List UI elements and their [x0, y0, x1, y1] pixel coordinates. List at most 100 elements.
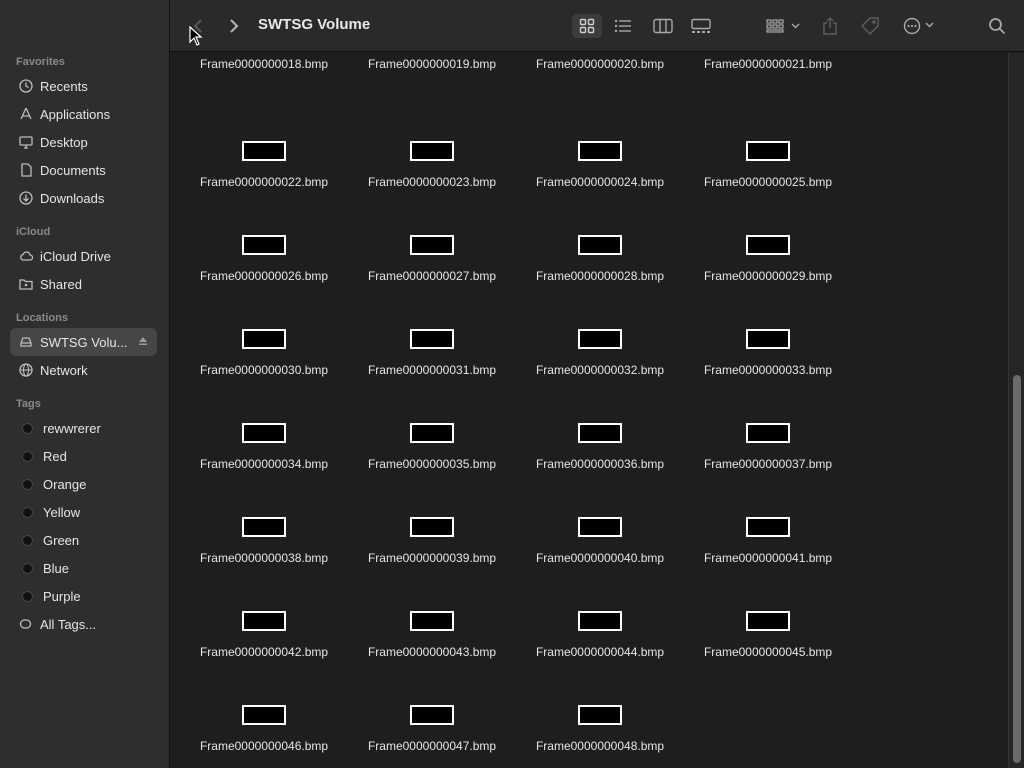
- file-item[interactable]: Frame0000000039.bmp: [348, 507, 516, 601]
- file-item[interactable]: Frame0000000040.bmp: [516, 507, 684, 601]
- file-thumbnail: [242, 141, 286, 161]
- file-name: Frame0000000047.bmp: [367, 739, 497, 753]
- document-icon: [18, 162, 34, 178]
- file-item[interactable]: Frame0000000046.bmp: [180, 695, 348, 768]
- shared-folder-icon: [18, 276, 34, 292]
- file-item[interactable]: Frame0000000038.bmp: [180, 507, 348, 601]
- gallery-view-button[interactable]: [688, 14, 714, 38]
- sidebar-tag-orange[interactable]: Orange: [0, 470, 159, 498]
- sidebar-tag-rewwrerer[interactable]: rewwrerer: [0, 414, 159, 442]
- sidebar-item-documents[interactable]: Documents: [0, 156, 159, 184]
- sidebar-tag-yellow[interactable]: Yellow: [0, 498, 159, 526]
- sidebar-item-recents[interactable]: Recents: [0, 72, 159, 100]
- file-thumbnail: [242, 705, 286, 725]
- file-thumbnail: [410, 705, 454, 725]
- file-name: Frame0000000042.bmp: [199, 645, 329, 659]
- column-view-button[interactable]: [650, 14, 676, 38]
- file-name: Frame0000000023.bmp: [367, 175, 497, 189]
- sidebar: Favorites Recents Applications Desktop Docum…: [0, 0, 170, 768]
- desktop-icon: [18, 134, 34, 150]
- sidebar-item-icloud-drive[interactable]: iCloud Drive: [0, 242, 159, 270]
- file-item[interactable]: Frame0000000042.bmp: [180, 601, 348, 695]
- file-item[interactable]: Frame0000000025.bmp: [684, 131, 852, 225]
- file-item[interactable]: Frame0000000036.bmp: [516, 413, 684, 507]
- file-thumbnail: [578, 141, 622, 161]
- sidebar-item-shared[interactable]: Shared: [0, 270, 159, 298]
- file-item[interactable]: Frame0000000031.bmp: [348, 319, 516, 413]
- sidebar-tag-purple[interactable]: Purple: [0, 582, 159, 610]
- file-thumbnail: [746, 611, 790, 631]
- file-item[interactable]: Frame0000000020.bmp: [516, 53, 684, 140]
- sidebar-item-desktop[interactable]: Desktop: [0, 128, 159, 156]
- window-title: SWTSG Volume: [258, 16, 371, 33]
- search-button[interactable]: [986, 14, 1008, 38]
- file-name: Frame0000000044.bmp: [535, 645, 665, 659]
- file-item[interactable]: Frame0000000043.bmp: [348, 601, 516, 695]
- file-name: Frame0000000027.bmp: [367, 269, 497, 283]
- file-name: Frame0000000028.bmp: [535, 269, 665, 283]
- sidebar-item-label: Recents: [40, 78, 88, 94]
- more-actions-button[interactable]: [900, 14, 940, 38]
- sidebar-tag-green[interactable]: Green: [0, 526, 159, 554]
- sidebar-item-label: Shared: [40, 276, 82, 292]
- icon-view-button[interactable]: [572, 14, 602, 38]
- sidebar-item-network[interactable]: Network: [0, 356, 159, 384]
- list-view-button[interactable]: [610, 14, 636, 38]
- scrollbar-thumb[interactable]: [1013, 375, 1021, 763]
- file-name: Frame0000000022.bmp: [199, 175, 329, 189]
- file-item[interactable]: Frame0000000024.bmp: [516, 131, 684, 225]
- file-item[interactable]: Frame0000000048.bmp: [516, 695, 684, 768]
- file-item[interactable]: Frame0000000045.bmp: [684, 601, 852, 695]
- eject-icon[interactable]: [137, 335, 149, 350]
- file-name: Frame0000000032.bmp: [535, 363, 665, 377]
- file-item[interactable]: Frame0000000021.bmp: [684, 53, 852, 140]
- share-button[interactable]: [820, 14, 840, 38]
- file-name: Frame0000000021.bmp: [703, 57, 833, 71]
- file-item[interactable]: Frame0000000033.bmp: [684, 319, 852, 413]
- file-item[interactable]: Frame0000000032.bmp: [516, 319, 684, 413]
- file-item[interactable]: Frame0000000022.bmp: [180, 131, 348, 225]
- sidebar-item-label: Downloads: [40, 190, 105, 206]
- file-name: Frame0000000019.bmp: [367, 57, 497, 71]
- file-name: Frame0000000026.bmp: [199, 269, 329, 283]
- file-item[interactable]: Frame0000000023.bmp: [348, 131, 516, 225]
- file-thumbnail: [242, 423, 286, 443]
- sidebar-tag-red[interactable]: Red: [0, 442, 159, 470]
- sidebar-item-all-tags[interactable]: All Tags...: [0, 610, 159, 638]
- list-icon: [614, 19, 631, 33]
- file-item[interactable]: Frame0000000026.bmp: [180, 225, 348, 319]
- vertical-scrollbar[interactable]: [1008, 53, 1024, 768]
- sidebar-item-downloads[interactable]: Downloads: [0, 184, 159, 212]
- file-item[interactable]: Frame0000000027.bmp: [348, 225, 516, 319]
- file-name: Frame0000000034.bmp: [199, 457, 329, 471]
- file-item[interactable]: Frame0000000034.bmp: [180, 413, 348, 507]
- file-item[interactable]: Frame0000000019.bmp: [348, 53, 516, 140]
- file-name: Frame0000000030.bmp: [199, 363, 329, 377]
- sidebar-item-swtsg-volu[interactable]: SWTSG Volu...: [10, 328, 157, 356]
- forward-button[interactable]: [224, 14, 244, 38]
- sidebar-tag-label: Blue: [43, 560, 70, 576]
- sidebar-item-applications[interactable]: Applications: [0, 100, 159, 128]
- file-item[interactable]: Frame0000000037.bmp: [684, 413, 852, 507]
- file-thumbnail: [578, 611, 622, 631]
- sidebar-item-label: Applications: [40, 106, 111, 122]
- group-by-button[interactable]: [764, 14, 804, 38]
- file-thumbnail: [746, 235, 790, 255]
- tag-dot-icon: [22, 478, 33, 490]
- file-item[interactable]: Frame0000000041.bmp: [684, 507, 852, 601]
- file-item[interactable]: Frame0000000029.bmp: [684, 225, 852, 319]
- file-item[interactable]: Frame0000000044.bmp: [516, 601, 684, 695]
- tag-icon: [861, 17, 879, 35]
- file-thumbnail: [410, 423, 454, 443]
- file-item[interactable]: Frame0000000035.bmp: [348, 413, 516, 507]
- tag-button[interactable]: [860, 14, 880, 38]
- file-name: Frame0000000046.bmp: [199, 739, 329, 753]
- file-item[interactable]: Frame0000000030.bmp: [180, 319, 348, 413]
- sidebar-tag-blue[interactable]: Blue: [0, 554, 159, 582]
- file-item[interactable]: Frame0000000028.bmp: [516, 225, 684, 319]
- toolbar: SWTSG Volume: [170, 0, 1024, 52]
- file-item[interactable]: Frame0000000047.bmp: [348, 695, 516, 768]
- file-thumbnail: [242, 235, 286, 255]
- file-item[interactable]: Frame0000000018.bmp: [180, 53, 348, 140]
- grid-icon: [579, 18, 595, 34]
